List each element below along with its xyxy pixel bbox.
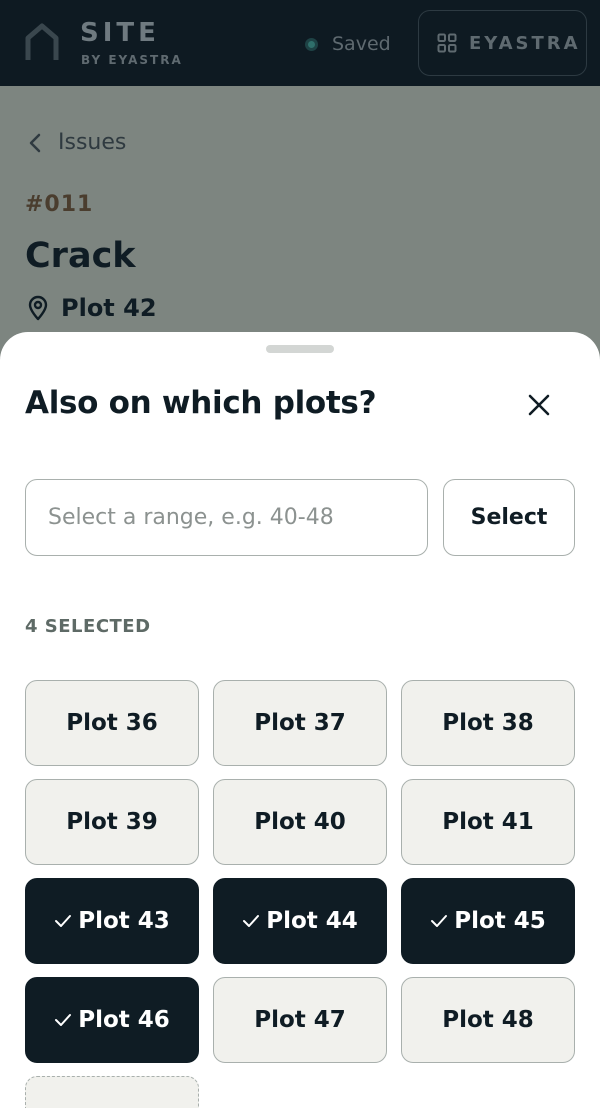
plot-tile[interactable]: Plot 47 [213,977,387,1063]
select-range-button[interactable]: Select [443,479,575,556]
plot-tile-label: Plot 41 [442,809,534,835]
check-icon [55,1014,72,1026]
plot-tile-label: Plot 39 [66,809,158,835]
back-to-issues-link[interactable]: Issues [28,130,126,155]
grid-icon [437,33,457,53]
check-icon [431,915,448,927]
location-pin-icon [28,295,48,321]
plot-picker-sheet: Also on which plots? Select 4 SELECTED P… [0,332,600,1108]
brand-subtitle: BY EYASTRA [81,53,183,67]
selected-count: 4 SELECTED [25,616,151,637]
plot-tile[interactable]: Plot 45 [401,878,575,964]
top-bar: SITE BY EYASTRA Saved EYASTRA [0,0,600,86]
workspace-label: EYASTRA [469,32,581,54]
plot-tile[interactable]: Plot 44 [213,878,387,964]
plot-tile[interactable]: Plot 37 [213,680,387,766]
saved-status: Saved [305,32,391,56]
plot-tile-label: Plot 48 [442,1007,534,1033]
plot-tile-label: Plot 45 [454,908,546,934]
plot-tile[interactable]: Plot 40 [213,779,387,865]
plot-tile[interactable]: Plot 48 [401,977,575,1063]
saved-dot-icon [305,37,318,51]
plot-tile[interactable]: Plot 36 [25,680,199,766]
check-icon [55,915,72,927]
close-icon [528,394,550,416]
back-link-label: Issues [58,130,127,155]
plot-tile[interactable]: Plot 41 [401,779,575,865]
plot-tile-label: Plot 44 [266,908,358,934]
plot-tile[interactable]: Plot 43 [25,878,199,964]
page: SITE BY EYASTRA Saved EYASTRA Issues #01… [0,0,600,1108]
plot-tile[interactable]: Plot 38 [401,680,575,766]
plot-tile-label: Plot 43 [78,908,170,934]
plot-tile-label: Plot 38 [442,710,534,736]
plot-tile-label: Plot 36 [66,710,158,736]
issue-location-label: Plot 42 [61,294,157,322]
saved-label: Saved [332,33,391,55]
plot-tile-label: Plot 40 [254,809,346,835]
app-logo-icon [25,23,59,60]
workspace-switcher-button[interactable]: EYASTRA [418,10,587,76]
chevron-left-icon [29,133,41,152]
check-icon [243,915,260,927]
plot-tile-label: Plot 46 [78,1007,170,1033]
plot-tile-label: Plot 37 [254,710,346,736]
plot-tile[interactable]: Plot 39 [25,779,199,865]
range-input[interactable] [25,479,428,556]
issue-location: Plot 42 [27,294,157,322]
plot-tile-label: Plot 47 [254,1007,346,1033]
plot-tile[interactable]: Plot 46 [25,977,199,1063]
issue-id: #011 [25,192,94,217]
sheet-title: Also on which plots? [25,385,377,421]
close-button[interactable] [516,382,562,428]
sheet-drag-handle[interactable] [266,345,334,353]
plot-grid: Plot 36 Plot 37 Plot 38 Plot 39 Plot 40 Plot … [25,680,575,1108]
brand-title: SITE [80,18,160,48]
issue-title: Crack [25,236,136,276]
add-plot-tile[interactable] [25,1076,199,1108]
